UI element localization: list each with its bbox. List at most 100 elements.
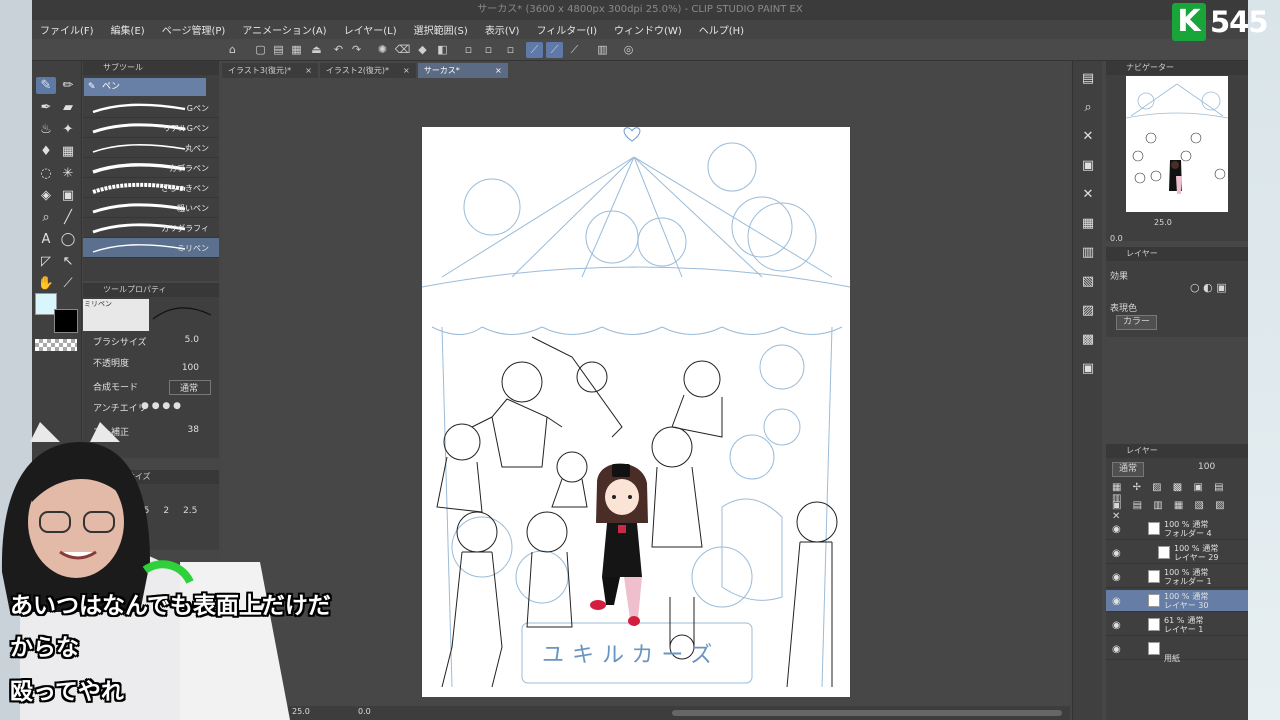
close-icon[interactable]: × <box>495 63 502 78</box>
canvas-paper[interactable]: ユキルカーズ <box>421 127 851 697</box>
transform-icon[interactable]: ◧ <box>434 42 451 58</box>
hand-tool-icon[interactable]: ✋ <box>36 275 56 292</box>
fill-tool-icon[interactable]: ◈ <box>36 187 56 204</box>
brush-arai-pen[interactable]: 粗いペン <box>83 198 219 218</box>
layer-row[interactable]: ◉ 用紙 <box>1106 638 1248 663</box>
snap-grid-icon[interactable]: ⟋ <box>566 42 583 58</box>
eraser-tool-icon[interactable]: ▰ <box>58 99 78 116</box>
layer-row[interactable]: ◉ 100 % 通常 フォルダー 4 <box>1106 518 1248 540</box>
close-icon[interactable]: × <box>403 63 410 78</box>
loading-icon[interactable]: ✺ <box>374 42 391 58</box>
balloon-tool-icon[interactable]: ◯ <box>58 231 78 248</box>
background-color-swatch[interactable] <box>54 309 78 333</box>
layer-row[interactable]: ◉ 100 % 通常 フォルダー 1 <box>1106 566 1248 588</box>
brush-maru-pen[interactable]: 丸ペン <box>83 138 219 158</box>
eye-icon[interactable]: ◉ <box>1112 620 1121 631</box>
menu-window[interactable]: ウィンドウ(W) <box>614 22 682 37</box>
layer-blend-select[interactable]: 通常 <box>1112 462 1145 477</box>
line-tool-icon[interactable]: ╱ <box>58 209 78 226</box>
brush-tool-icon[interactable]: ✒ <box>36 99 56 116</box>
brush-real-g-pen[interactable]: リアルGペン <box>83 118 219 138</box>
search-icon[interactable]: ⌕ <box>1077 97 1099 119</box>
item-bank-icon[interactable]: ▨ <box>1077 300 1099 322</box>
navigator-thumbnail[interactable] <box>1125 76 1229 212</box>
brush-calligraphy[interactable]: カリグラフィ <box>83 218 219 238</box>
brush-size-row[interactable]: ブラシサイズ 5.0 <box>93 335 213 348</box>
eye-icon[interactable]: ◉ <box>1112 548 1121 559</box>
fill-icon[interactable]: ◆ <box>414 42 431 58</box>
pen-tool-icon[interactable]: ✎ <box>36 77 56 94</box>
grid-icon[interactable]: ▦ <box>1077 213 1099 235</box>
brush-g-pen[interactable]: Gペン <box>83 98 219 118</box>
brush-milli-pen[interactable]: ミリペン <box>83 238 219 258</box>
navigator-zoom[interactable]: 25.0 <box>1154 218 1172 227</box>
new-file-icon[interactable]: ▢ <box>252 42 269 58</box>
eye-icon[interactable]: ◉ <box>1112 596 1121 607</box>
layer-opacity-value[interactable]: 100 <box>1198 462 1215 477</box>
tab-circus[interactable]: サーカス* × <box>417 63 508 78</box>
frame-tool-icon[interactable]: ◸ <box>36 253 56 270</box>
eye-icon[interactable]: ◉ <box>1112 644 1121 655</box>
blend-mode-select[interactable]: 通常 <box>168 380 211 395</box>
brush-kabura-pen[interactable]: カブラペン <box>83 158 219 178</box>
blend-tool-icon[interactable]: ♦ <box>36 143 56 160</box>
material-icon[interactable]: ▤ <box>1077 68 1099 90</box>
clear-icon[interactable]: ⌫ <box>394 42 411 58</box>
undo-icon[interactable]: ↶ <box>330 42 347 58</box>
canvas-area[interactable]: イラスト3(復元)* × イラスト2(復元)* × サーカス* × ユキルカーズ <box>222 61 1070 706</box>
menu-edit[interactable]: 編集(E) <box>111 22 145 37</box>
menu-file[interactable]: ファイル(F) <box>40 22 94 37</box>
antialias-options-icon[interactable]: ● ● ● ● <box>141 401 181 411</box>
horizontal-scrollbar[interactable] <box>672 710 1062 716</box>
auto-action-icon[interactable]: ▣ <box>1077 358 1099 380</box>
opacity-row[interactable]: 不透明度 100 <box>93 356 213 373</box>
eyedropper-tool-icon[interactable]: ⟋ <box>58 275 78 292</box>
color-mode-value[interactable]: カラー <box>1116 315 1158 330</box>
companion-icon[interactable]: ◎ <box>620 42 637 58</box>
menu-view[interactable]: 表示(V) <box>485 22 520 37</box>
menu-selection[interactable]: 選択範囲(S) <box>414 22 468 37</box>
status-angle[interactable]: 0.0 <box>358 707 371 716</box>
menu-page[interactable]: ページ管理(P) <box>162 22 226 37</box>
layer-search-icon[interactable]: ▣ <box>1077 155 1099 177</box>
info-icon[interactable]: ▩ <box>1077 329 1099 351</box>
eye-icon[interactable]: ◉ <box>1112 524 1121 535</box>
menu-layer[interactable]: レイヤー(L) <box>344 22 397 37</box>
redo-icon[interactable]: ↷ <box>348 42 365 58</box>
tab-illust2[interactable]: イラスト2(復元)* × <box>319 63 416 78</box>
color-mode-select[interactable]: カラー <box>1116 315 1158 330</box>
home-icon[interactable]: ⌂ <box>224 42 241 58</box>
subtool-group-pen[interactable]: ✎ ペン <box>84 78 206 96</box>
menu-animation[interactable]: アニメーション(A) <box>242 22 326 37</box>
tab-illust3[interactable]: イラスト3(復元)* × <box>222 63 318 78</box>
magnify-tool-icon[interactable]: ⌕ <box>36 209 56 226</box>
brush-size-value[interactable]: 5.0 <box>185 335 199 345</box>
gradient-tool-icon[interactable]: ▣ <box>58 187 78 204</box>
brush-zaratsuki-pen[interactable]: ざらつきペン <box>83 178 219 198</box>
menu-filter[interactable]: フィルター(I) <box>536 22 597 37</box>
save-icon[interactable]: ▦ <box>288 42 305 58</box>
settings-icon[interactable]: ▥ <box>594 42 611 58</box>
blend-mode-row[interactable]: 合成モード 通常 <box>93 380 213 395</box>
snap-special-icon[interactable]: ⟋ <box>546 42 563 58</box>
history-icon[interactable]: ▥ <box>1077 242 1099 264</box>
effect-options-icon[interactable]: ○ ◐ ▣ <box>1190 281 1227 294</box>
close-panel-icon[interactable]: ✕ <box>1077 126 1099 148</box>
export-icon[interactable]: ⏏ <box>308 42 325 58</box>
layer-row[interactable]: ◉ 61 % 通常 レイヤー 1 <box>1106 614 1248 636</box>
select-layer-tool-icon[interactable]: ↖ <box>58 253 78 270</box>
open-file-icon[interactable]: ▤ <box>270 42 287 58</box>
eye-icon[interactable]: ◉ <box>1112 572 1121 583</box>
text-tool-icon[interactable]: A <box>36 231 56 248</box>
transparent-color-swatch[interactable] <box>35 339 77 351</box>
layer-row[interactable]: ◉ 100 % 通常 レイヤー 29 <box>1106 542 1248 564</box>
close-panel-icon[interactable]: ✕ <box>1077 184 1099 206</box>
snap-ruler-icon[interactable]: ⟋ <box>526 42 543 58</box>
lasso-tool-icon[interactable]: ◌ <box>36 165 56 182</box>
mesh-tool-icon[interactable]: ▦ <box>58 143 78 160</box>
magic-wand-tool-icon[interactable]: ✳ <box>58 165 78 182</box>
navigator-angle[interactable]: 0.0 <box>1110 234 1123 243</box>
menu-help[interactable]: ヘルプ(H) <box>699 22 744 37</box>
airbrush-tool-icon[interactable]: ♨ <box>36 121 56 138</box>
opacity-value[interactable]: 100 <box>182 363 199 373</box>
